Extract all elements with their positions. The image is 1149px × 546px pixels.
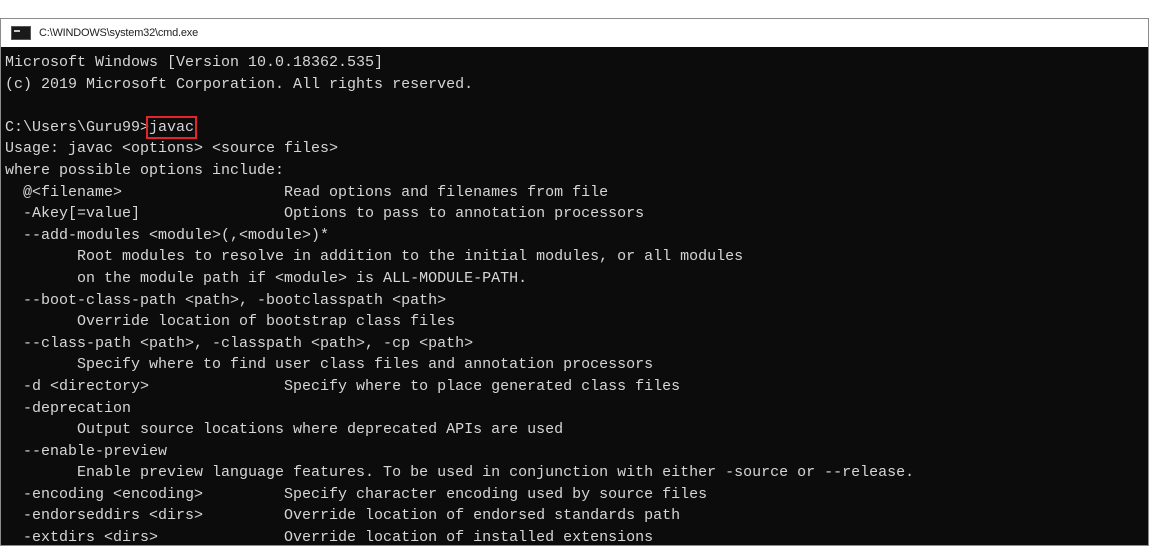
command-highlight: javac xyxy=(146,115,198,139)
console-line: -encoding <encoding> Specify character e… xyxy=(5,485,708,503)
command-output: Usage: javac <options> <source files> whe… xyxy=(5,138,1148,546)
cmd-window: C:\WINDOWS\system32\cmd.exe Microsoft Wi… xyxy=(0,18,1149,546)
console-output[interactable]: Microsoft Windows [Version 10.0.18362.53… xyxy=(1,47,1148,545)
console-line: --add-modules <module>(,<module>)* xyxy=(5,226,330,244)
console-line: Enable preview language features. To be … xyxy=(5,464,915,482)
console-line: Output source locations where deprecated… xyxy=(5,421,564,439)
console-line: Specify where to find user class files a… xyxy=(5,356,654,374)
cmd-icon xyxy=(11,26,31,40)
console-line: -extdirs <dirs> Override location of ins… xyxy=(5,529,654,546)
console-line: where possible options include: xyxy=(5,161,285,179)
window-title: C:\WINDOWS\system32\cmd.exe xyxy=(39,27,199,39)
console-line: --enable-preview xyxy=(5,442,168,460)
console-line: @<filename> Read options and filenames f… xyxy=(5,183,609,201)
console-line: -d <directory> Specify where to place ge… xyxy=(5,377,681,395)
console-line: Usage: javac <options> <source files> xyxy=(5,140,339,158)
prompt-path: C:\Users\Guru99> xyxy=(5,118,150,136)
console-line: -endorseddirs <dirs> Override location o… xyxy=(5,507,681,525)
title-bar[interactable]: C:\WINDOWS\system32\cmd.exe xyxy=(1,19,1148,48)
console-line: Microsoft Windows [Version 10.0.18362.53… xyxy=(5,54,384,71)
console-line: -Akey[=value] Options to pass to annotat… xyxy=(5,205,645,223)
console-line: -deprecation xyxy=(5,399,132,417)
prompt-line: C:\Users\Guru99>javac xyxy=(5,115,1148,139)
console-line: Override location of bootstrap class fil… xyxy=(5,313,456,331)
console-line: (c) 2019 Microsoft Corporation. All righ… xyxy=(5,75,474,93)
console-line: --class-path <path>, -classpath <path>, … xyxy=(5,334,474,352)
console-line: --boot-class-path <path>, -bootclasspath… xyxy=(5,291,447,309)
console-line: on the module path if <module> is ALL-MO… xyxy=(5,269,528,287)
console-line: Root modules to resolve in addition to t… xyxy=(5,248,744,266)
